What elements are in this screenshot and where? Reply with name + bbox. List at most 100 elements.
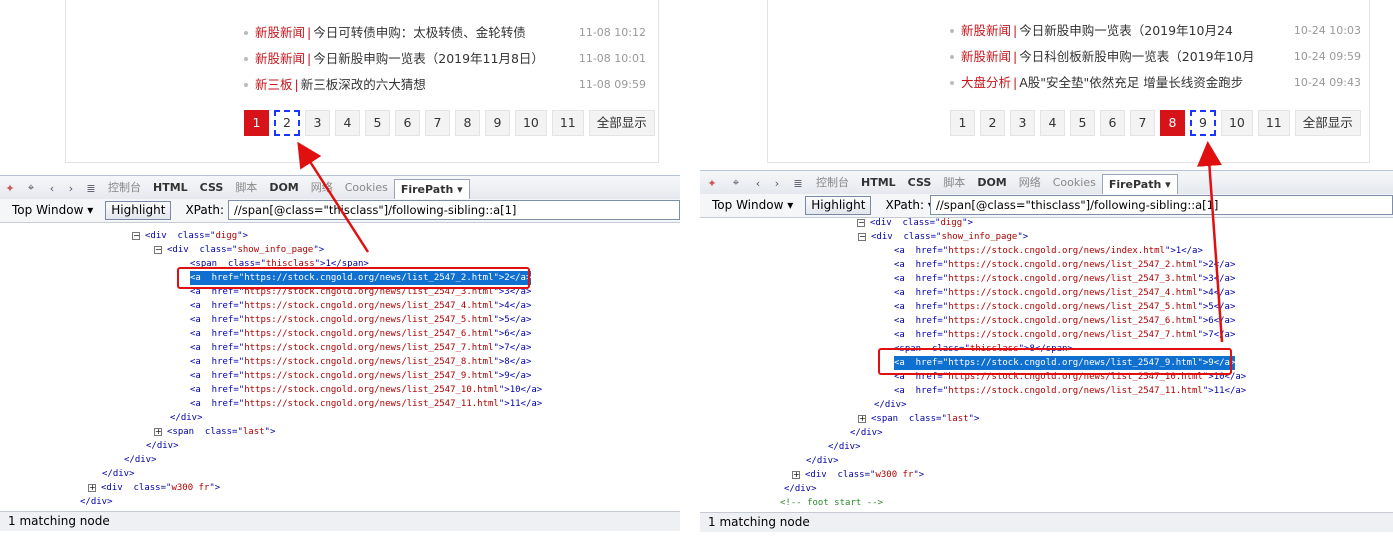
tab-html[interactable]: HTML — [147, 176, 194, 200]
code-line[interactable]: </div> — [80, 495, 113, 509]
page-link[interactable]: 11 — [1257, 110, 1290, 136]
tab-console[interactable]: 控制台 — [810, 171, 855, 195]
page-link[interactable]: 8 — [454, 110, 480, 136]
xpath-input[interactable]: //span[@class="thisclass"]/following-sib… — [930, 195, 1393, 215]
code-line[interactable]: <a href="https://stock.cngold.org/news/l… — [190, 383, 542, 397]
top-window-button[interactable]: Top Window ▾ — [706, 196, 799, 215]
collapse-icon[interactable]: − — [132, 231, 140, 240]
tab-cookies[interactable]: Cookies — [1047, 171, 1102, 195]
tab-cookies[interactable]: Cookies — [339, 176, 394, 200]
code-line[interactable]: </div> — [146, 439, 179, 453]
code-line[interactable]: <a href="https://stock.cngold.org/news/l… — [190, 397, 542, 411]
page-link[interactable]: 4 — [334, 110, 360, 136]
tab-dom[interactable]: DOM — [263, 176, 304, 200]
page-link[interactable]: 5 — [1070, 110, 1095, 136]
code-line[interactable]: <a href="https://stock.cngold.org/news/l… — [894, 300, 1235, 314]
news-category[interactable]: 新股新闻 — [961, 23, 1011, 38]
news-title[interactable]: 今日新股申购一览表（2019年11月8日） — [313, 51, 544, 66]
page-link[interactable]: 11 — [551, 110, 584, 136]
tab-net[interactable]: 网络 — [1013, 171, 1047, 195]
forward-icon[interactable]: › — [62, 182, 80, 195]
inspect-icon[interactable]: ⌖ — [20, 181, 42, 195]
code-line[interactable]: − <div class="digg"> — [857, 216, 973, 230]
back-icon[interactable]: ‹ — [748, 177, 768, 190]
page-link[interactable]: 3 — [304, 110, 330, 136]
code-line[interactable]: <a href="https://stock.cngold.org/news/l… — [894, 314, 1235, 328]
tab-html[interactable]: HTML — [855, 171, 902, 195]
code-line[interactable]: </div> — [784, 482, 817, 496]
news-category[interactable]: 大盘分析 — [961, 75, 1011, 90]
code-line[interactable]: <a href="https://stock.cngold.org/news/l… — [894, 272, 1235, 286]
page-link[interactable]: 7 — [1130, 110, 1155, 136]
page-link[interactable]: 2 — [274, 110, 300, 136]
tab-script[interactable]: 脚本 — [229, 176, 263, 200]
news-title[interactable]: 今日科创板新股申购一览表（2019年10月 — [1019, 49, 1254, 64]
code-line[interactable]: <a href="https://stock.cngold.org/news/l… — [190, 369, 531, 383]
inspect-icon[interactable]: ⌖ — [724, 176, 748, 190]
tab-firepath[interactable]: FirePath ▾ — [393, 178, 470, 201]
code-line[interactable]: </div> — [170, 411, 203, 425]
code-line[interactable]: </div> — [850, 426, 883, 440]
code-line[interactable]: − <div class="digg"> — [132, 229, 248, 243]
news-item[interactable]: 新股新闻 | 今日新股申购一览表（2019年10月24 10-24 10:03 — [950, 18, 1361, 44]
code-line[interactable]: <a href="https://stock.cngold.org/news/i… — [894, 244, 1203, 258]
code-line[interactable]: <!-- foot start --> — [780, 496, 883, 510]
tab-dom[interactable]: DOM — [971, 171, 1012, 195]
page-link[interactable]: 2 — [980, 110, 1005, 136]
news-item[interactable]: 新股新闻 | 今日科创板新股申购一览表（2019年10月 10-24 09:59 — [950, 44, 1361, 70]
tab-css[interactable]: CSS — [902, 171, 938, 195]
console-toggle-icon[interactable]: ≣ — [786, 177, 810, 190]
tab-console[interactable]: 控制台 — [102, 176, 147, 200]
code-line[interactable]: </div> — [102, 467, 135, 481]
show-all-button[interactable]: 全部显示 — [1294, 110, 1361, 136]
tab-css[interactable]: CSS — [194, 176, 230, 200]
news-category[interactable]: 新股新闻 — [255, 51, 305, 66]
collapse-icon[interactable]: − — [858, 232, 866, 241]
news-category[interactable]: 新股新闻 — [255, 25, 305, 40]
page-link[interactable]: 3 — [1010, 110, 1035, 136]
expand-icon[interactable]: + — [792, 470, 800, 479]
highlight-button[interactable]: Highlight — [805, 196, 872, 215]
page-link[interactable]: 5 — [364, 110, 390, 136]
firebug-icon[interactable]: ✦ — [700, 177, 724, 190]
expand-icon[interactable]: + — [858, 414, 866, 423]
code-line[interactable]: <a href="https://stock.cngold.org/news/l… — [190, 327, 531, 341]
code-line[interactable]: </div> — [874, 398, 907, 412]
news-title[interactable]: 新三板深改的六大猜想 — [301, 77, 426, 92]
page-link[interactable]: 1 — [950, 110, 975, 136]
code-line[interactable]: + <div class="w300 fr"> — [88, 481, 220, 495]
news-item[interactable]: 新三板 | 新三板深改的六大猜想 11-08 09:59 — [244, 72, 646, 98]
code-line[interactable]: <a href="https://stock.cngold.org/news/l… — [190, 313, 531, 327]
news-item[interactable]: 大盘分析 | A股"安全垫"依然充足 增量长线资金跑步 10-24 09:43 — [950, 70, 1361, 96]
page-link[interactable]: 7 — [424, 110, 450, 136]
news-category[interactable]: 新股新闻 — [961, 49, 1011, 64]
news-category[interactable]: 新三板 — [255, 77, 293, 92]
code-line[interactable]: <a href="https://stock.cngold.org/news/l… — [894, 258, 1235, 272]
code-line[interactable]: <a href="https://stock.cngold.org/news/l… — [190, 341, 531, 355]
code-line[interactable]: <a href="https://stock.cngold.org/news/l… — [190, 299, 531, 313]
show-all-button[interactable]: 全部显示 — [588, 110, 655, 136]
news-title[interactable]: A股"安全垫"依然充足 增量长线资金跑步 — [1019, 75, 1243, 90]
page-link[interactable]: 6 — [1100, 110, 1125, 136]
page-link[interactable]: 4 — [1040, 110, 1065, 136]
collapse-icon[interactable]: − — [154, 245, 162, 254]
collapse-icon[interactable]: − — [857, 218, 865, 227]
code-line[interactable]: + <div class="w300 fr"> — [792, 468, 924, 482]
code-line[interactable]: − <div class="show_info_page"> — [858, 230, 1028, 244]
code-line[interactable]: − <div class="show_info_page"> — [154, 243, 324, 257]
code-line[interactable]: <a href="https://stock.cngold.org/news/l… — [894, 286, 1235, 300]
news-item[interactable]: 新股新闻 | 今日可转债申购：太极转债、金轮转债 11-08 10:12 — [244, 20, 646, 46]
code-line[interactable]: <a href="https://stock.cngold.org/news/l… — [894, 384, 1246, 398]
code-line[interactable]: <a href="https://stock.cngold.org/news/l… — [190, 355, 531, 369]
page-link[interactable]: 9 — [484, 110, 510, 136]
back-icon[interactable]: ‹ — [42, 182, 62, 195]
expand-icon[interactable]: + — [154, 427, 162, 436]
tab-script[interactable]: 脚本 — [937, 171, 971, 195]
page-link[interactable]: 6 — [394, 110, 420, 136]
expand-icon[interactable]: + — [88, 483, 96, 492]
page-link[interactable]: 10 — [1220, 110, 1253, 136]
code-line[interactable]: + <span class="last"> — [154, 425, 275, 439]
code-line[interactable]: <a href="https://stock.cngold.org/news/l… — [894, 328, 1235, 342]
tab-firepath[interactable]: FirePath ▾ — [1101, 173, 1178, 196]
console-toggle-icon[interactable]: ≣ — [80, 182, 102, 195]
